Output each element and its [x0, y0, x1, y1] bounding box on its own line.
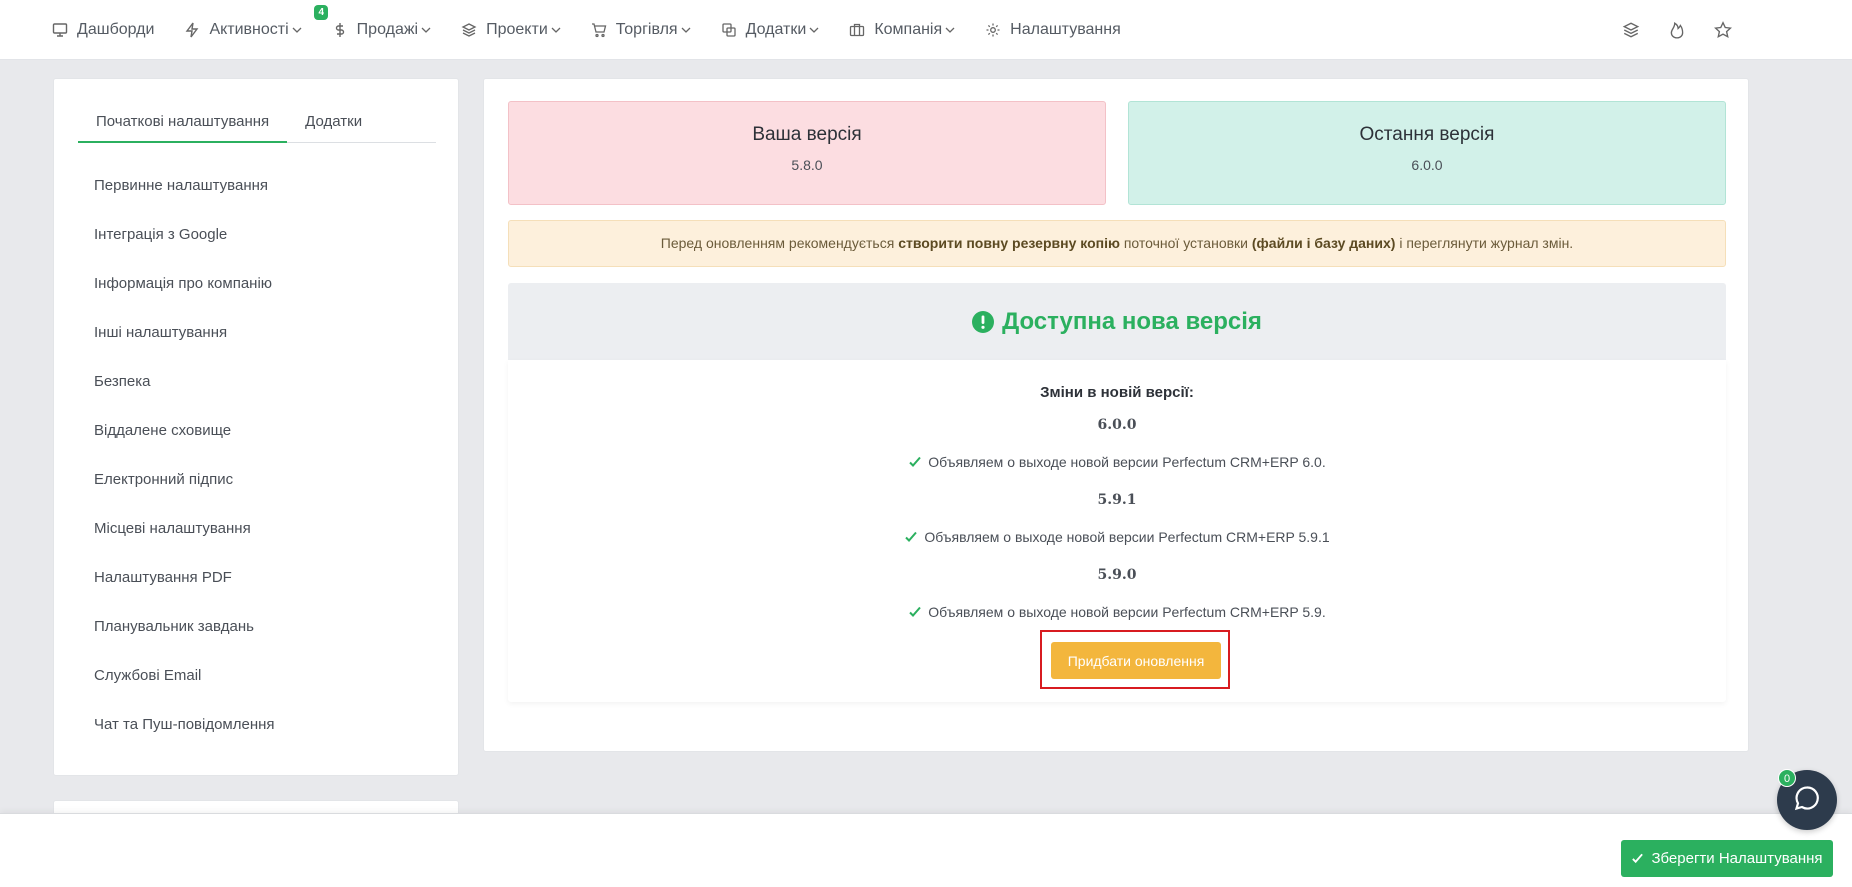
sidebar-item-company-info[interactable]: Інформація про компанію — [94, 273, 275, 322]
release-note-text: Объявляем о выходе новой версии Perfectu… — [928, 604, 1326, 620]
nav-item-label: Активності — [209, 21, 289, 38]
exclamation-circle-icon — [972, 310, 995, 333]
nav-item-dashboards[interactable]: Дашборди — [52, 21, 154, 39]
release-note: Объявляем о выходе новой версии Perfectu… — [508, 529, 1726, 545]
tab-addons[interactable]: Додатки — [287, 103, 380, 143]
release-note-text: Объявляем о выходе новой версии Perfectu… — [924, 529, 1330, 545]
warning-text: і переглянути журнал змін. — [1395, 235, 1574, 251]
warning-bold-backup: створити повну резервну копію — [898, 235, 1120, 251]
nav-item-label: Продажі — [356, 21, 419, 38]
nav-item-label: Дашборди — [77, 21, 155, 38]
release-version: 5.9.0 — [1097, 567, 1137, 583]
settings-menu: Первинне налаштування Інтеграція з Googl… — [94, 175, 275, 763]
changelog: Зміни в новій версії: 6.0.0 Объявляем о … — [508, 360, 1726, 702]
latest-version-card: Остання версія 6.0.0 — [1128, 101, 1726, 205]
settings-sidebar: Початкові налаштування Додатки Первинне … — [53, 78, 459, 776]
bolt-icon — [184, 22, 200, 38]
new-version-header: Доступна нова версія — [508, 283, 1726, 360]
release-version: 6.0.0 — [1097, 417, 1137, 433]
latest-version-title: Остання версія — [1359, 124, 1495, 145]
sidebar-item-security[interactable]: Безпека — [94, 371, 275, 420]
monitor-icon — [52, 22, 68, 38]
release-note: Объявляем о выходе новой версии Perfectu… — [508, 604, 1726, 620]
flame-icon[interactable] — [1668, 21, 1686, 39]
nav-item-company[interactable]: Компанія — [849, 21, 955, 39]
nav-item-label: Компанія — [874, 21, 943, 38]
nav-item-sales[interactable]: Продажі — [332, 21, 431, 39]
sidebar-item-pdf-settings[interactable]: Налаштування PDF — [94, 567, 275, 616]
new-version-title: Доступна нова версія — [1002, 307, 1262, 335]
chevron-down-icon — [809, 25, 819, 35]
top-navigation-bar: Дашборди Активності 4 Продажі Проекти То… — [0, 0, 1852, 60]
check-icon — [904, 530, 918, 544]
star-icon[interactable] — [1714, 21, 1732, 39]
dollar-icon — [332, 22, 348, 38]
chevron-down-icon — [945, 25, 955, 35]
tab-initial-settings[interactable]: Початкові налаштування — [78, 103, 288, 143]
sidebar-item-remote-storage[interactable]: Віддалене сховище — [94, 420, 275, 469]
layers-icon[interactable] — [1622, 21, 1640, 39]
sidebar-tabs: Початкові налаштування Додатки — [78, 103, 436, 143]
your-version-title: Ваша версія — [752, 124, 862, 145]
check-icon — [908, 605, 922, 619]
sidebar-item-other-settings[interactable]: Інші налаштування — [94, 322, 275, 371]
sidebar-item-chat-push[interactable]: Чат та Пуш-повідомлення — [94, 714, 275, 763]
nav-item-projects[interactable]: Проекти — [461, 21, 561, 39]
sidebar-item-e-signature[interactable]: Електронний підпис — [94, 469, 275, 518]
top-right-icons — [1622, 0, 1732, 60]
nav-item-addons[interactable]: Додатки — [721, 21, 820, 39]
check-icon — [1631, 852, 1644, 865]
sidebar-item-service-email[interactable]: Службові Email — [94, 665, 275, 714]
nav-item-label: Налаштування — [1010, 21, 1121, 38]
nav-item-settings[interactable]: Налаштування — [985, 21, 1121, 39]
sidebar-item-google-integration[interactable]: Інтеграція з Google — [94, 224, 275, 273]
buy-update-highlight: Придбати оновлення — [1040, 630, 1230, 689]
nav-item-label: Проекти — [486, 21, 548, 38]
release-version: 5.9.1 — [1097, 492, 1137, 508]
chevron-down-icon — [551, 25, 561, 35]
latest-version-number: 6.0.0 — [1411, 157, 1443, 173]
nav-item-label: Додатки — [745, 21, 807, 38]
release-note: Объявляем о выходе новой версии Perfectu… — [508, 454, 1726, 470]
sidebar-item-primary-setup[interactable]: Первинне налаштування — [94, 175, 275, 224]
changelog-title: Зміни в новій версії: — [1040, 384, 1194, 401]
briefcase-icon — [849, 22, 865, 38]
backup-warning: Перед оновленням рекомендується створити… — [508, 220, 1726, 267]
buy-update-button[interactable]: Придбати оновлення — [1051, 642, 1221, 679]
gear-icon — [985, 22, 1001, 38]
sidebar-item-task-scheduler[interactable]: Планувальник завдань — [94, 616, 275, 665]
release-note-text: Объявляем о выходе новой версии Perfectu… — [928, 454, 1326, 470]
nav-item-activities[interactable]: Активності 4 — [184, 5, 328, 39]
layers-icon — [461, 22, 477, 38]
chat-bubble-icon — [1793, 784, 1821, 817]
nav-item-label: Торгівля — [615, 21, 678, 38]
chevron-down-icon — [681, 25, 691, 35]
chevron-down-icon — [421, 25, 431, 35]
warning-text: Перед оновленням рекомендується — [660, 235, 899, 251]
save-settings-button[interactable]: Зберегти Налаштування — [1621, 840, 1833, 877]
activities-count-badge: 4 — [314, 5, 328, 20]
sidebar-item-local-settings[interactable]: Місцеві налаштування — [94, 518, 275, 567]
save-settings-label: Зберегти Налаштування — [1651, 850, 1823, 867]
warning-bold-files-db: (файли і базу даних) — [1251, 235, 1396, 251]
cart-icon — [591, 22, 607, 38]
your-version-number: 5.8.0 — [791, 157, 823, 173]
nav-item-trade[interactable]: Торгівля — [591, 21, 691, 39]
update-panel: Ваша версія 5.8.0 Остання версія 6.0.0 П… — [483, 78, 1749, 752]
bottom-action-bar: Зберегти Налаштування — [0, 813, 1852, 887]
chat-unread-badge: 0 — [1778, 769, 1796, 787]
warning-text: поточної установки — [1119, 235, 1252, 251]
main-nav: Дашборди Активності 4 Продажі Проекти То… — [52, 0, 1151, 60]
your-version-card: Ваша версія 5.8.0 — [508, 101, 1106, 205]
check-icon — [908, 455, 922, 469]
chevron-down-icon — [292, 25, 302, 35]
copy-icon — [721, 22, 737, 38]
